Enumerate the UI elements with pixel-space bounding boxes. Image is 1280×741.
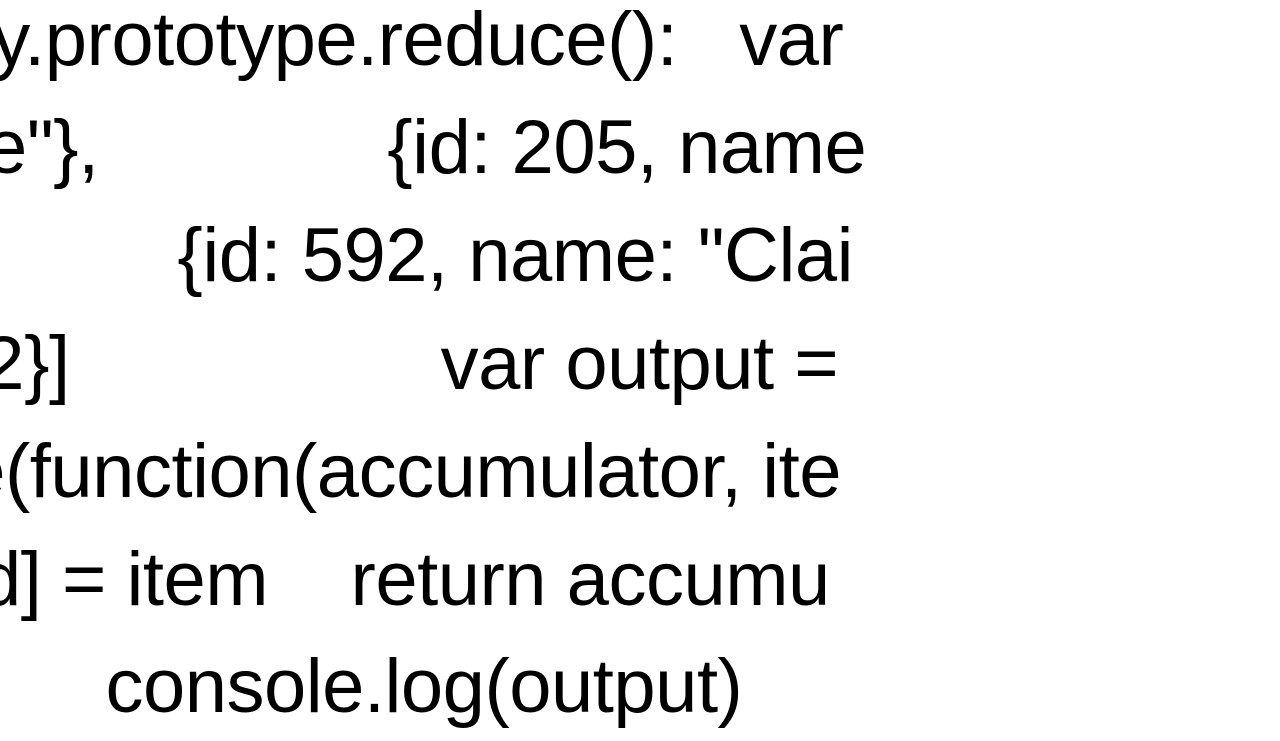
- code-line-3: "}, {id: 592, name: "Clai: [0, 213, 853, 298]
- code-line-6: r[item.id] = item return accumu: [0, 537, 830, 622]
- code-line-5: .reduce(function(accumulator, ite: [0, 429, 841, 514]
- code-line-4: 32}] var output =: [0, 321, 838, 406]
- code-line-2: e: "Alice"}, {id: 205, name: [0, 105, 866, 190]
- code-line-1: se Array.prototype.reduce(): var: [0, 0, 843, 82]
- code-snippet: se Array.prototype.reduce(): var e: "Ali…: [0, 0, 866, 741]
- code-line-7: console.log(output): [0, 644, 742, 729]
